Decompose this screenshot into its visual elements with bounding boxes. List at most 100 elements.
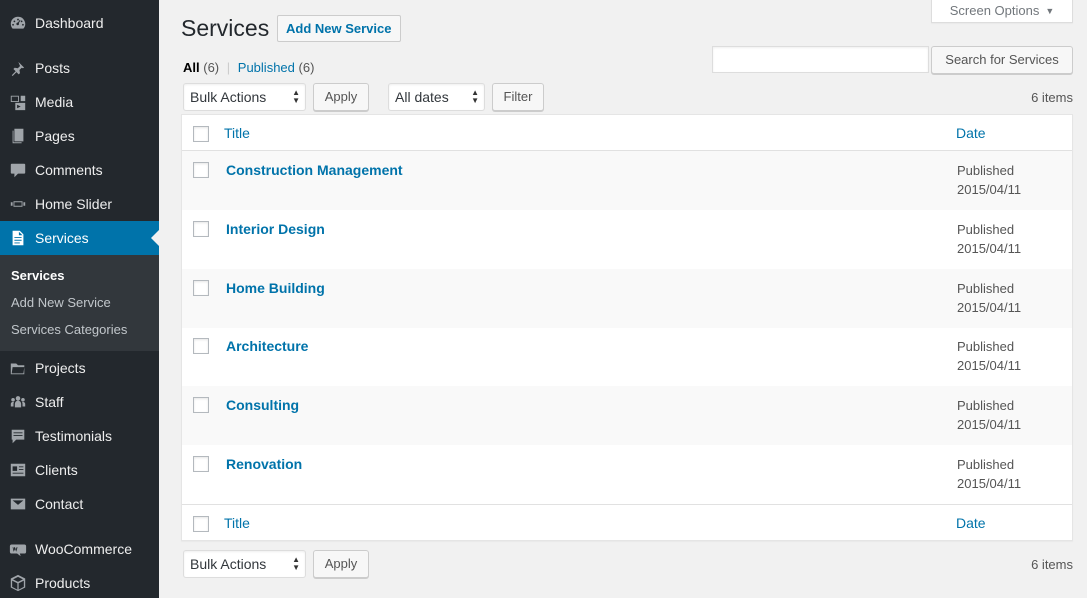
sidebar-item-label: Media (35, 94, 74, 110)
table-row: Construction Management Published 2015/04… (182, 151, 1072, 210)
bulk-actions-select-bottom[interactable]: Bulk Actions ▲ ▼ (183, 550, 306, 578)
row-title-link[interactable]: Renovation (226, 456, 302, 472)
folder-icon (0, 359, 35, 377)
submenu-services[interactable]: Services (0, 262, 159, 289)
screen-options-label: Screen Options (949, 3, 1040, 18)
pin-icon (0, 59, 35, 77)
items-count-bottom: 6 items (1031, 557, 1073, 572)
column-date-header[interactable]: Date (956, 125, 986, 141)
table-header: Title Date (182, 115, 1072, 151)
add-new-service-button[interactable]: Add New Service (277, 15, 401, 42)
slider-icon (0, 195, 35, 213)
woo-icon (0, 540, 35, 558)
row-status: Published (957, 457, 1015, 472)
row-date-cell: Published 2015/04/11 (957, 396, 1021, 434)
filter-separator: | (226, 60, 231, 75)
sidebar-item-label: Testimonials (35, 428, 113, 444)
dashboard-icon (0, 14, 35, 32)
filter-button[interactable]: Filter (492, 83, 544, 111)
sidebar-item-label: WooCommerce (35, 541, 132, 557)
sidebar-item-posts[interactable]: Posts (0, 51, 159, 85)
sidebar-item-label: Services (35, 230, 89, 246)
row-checkbox[interactable] (193, 221, 209, 237)
row-status: Published (957, 398, 1015, 413)
row-checkbox[interactable] (193, 162, 209, 178)
row-status: Published (957, 222, 1015, 237)
sidebar-item-clients[interactable]: Clients (0, 453, 159, 487)
filter-all-count: (6) (203, 60, 220, 75)
admin-sidebar: Dashboard Posts Media Pages Comments Hom… (0, 0, 159, 598)
filter-all-label[interactable]: All (183, 60, 200, 75)
row-checkbox[interactable] (193, 397, 209, 413)
row-date-cell: Published 2015/04/11 (957, 220, 1021, 258)
sidebar-item-woocommerce[interactable]: WooCommerce (0, 532, 159, 566)
table-row: Home Building Published 2015/04/11 (182, 269, 1072, 328)
sidebar-item-staff[interactable]: Staff (0, 385, 159, 419)
sidebar-item-contact[interactable]: Contact (0, 487, 159, 521)
row-status: Published (957, 281, 1015, 296)
select-all-checkbox-footer[interactable] (193, 516, 209, 532)
table-footer: Title Date (182, 504, 1072, 540)
sidebar-item-label: Clients (35, 462, 78, 478)
table-row: Consulting Published 2015/04/11 (182, 386, 1072, 445)
pages-icon (0, 127, 35, 145)
row-checkbox[interactable] (193, 280, 209, 296)
apply-button-bottom[interactable]: Apply (313, 550, 369, 578)
bulk-actions-select-top[interactable]: Bulk Actions ▲ ▼ (183, 83, 306, 111)
dates-value: All dates (395, 89, 449, 105)
sidebar-item-dashboard[interactable]: Dashboard (0, 6, 159, 40)
column-title-footer[interactable]: Title (224, 515, 250, 531)
row-title-link[interactable]: Home Building (226, 280, 325, 296)
caret-down-icon: ▼ (1045, 5, 1055, 16)
document-icon (0, 229, 35, 247)
select-arrows-icon: ▲ ▼ (292, 88, 300, 105)
submenu-services-categories[interactable]: Services Categories (0, 316, 159, 343)
sidebar-item-comments[interactable]: Comments (0, 153, 159, 187)
row-title-link[interactable]: Architecture (226, 338, 308, 354)
search-input[interactable] (712, 46, 929, 73)
column-date-footer[interactable]: Date (956, 515, 986, 531)
sidebar-item-home-slider[interactable]: Home Slider (0, 187, 159, 221)
row-date: 2015/04/11 (957, 358, 1022, 373)
select-arrows-icon: ▲ ▼ (292, 555, 300, 572)
status-filter-links: All (6) | Published (6) (183, 60, 314, 75)
table-row: Architecture Published 2015/04/11 (182, 327, 1072, 386)
sidebar-item-services[interactable]: Services (0, 221, 159, 255)
sidebar-item-label: Dashboard (35, 15, 104, 31)
row-title-link[interactable]: Construction Management (226, 162, 403, 178)
select-all-checkbox[interactable] (193, 126, 209, 142)
row-checkbox[interactable] (193, 338, 209, 354)
row-title-link[interactable]: Consulting (226, 397, 299, 413)
table-row: Interior Design Published 2015/04/11 (182, 210, 1072, 269)
services-submenu: Services Add New Service Services Catego… (0, 255, 159, 351)
submenu-add-new-service[interactable]: Add New Service (0, 289, 159, 316)
row-date-cell: Published 2015/04/11 (957, 337, 1021, 375)
sidebar-item-projects[interactable]: Projects (0, 351, 159, 385)
sidebar-item-products[interactable]: Products (0, 566, 159, 598)
column-title-header[interactable]: Title (224, 125, 250, 141)
row-date: 2015/04/11 (957, 476, 1022, 491)
sidebar-item-label: Posts (35, 60, 71, 76)
sidebar-item-testimonials[interactable]: Testimonials (0, 419, 159, 453)
screen-options-button[interactable]: Screen Options ▼ (931, 0, 1073, 23)
apply-button-top[interactable]: Apply (313, 83, 369, 111)
services-table: Title Date Construction Management Publi… (181, 114, 1073, 541)
comment-icon (0, 161, 35, 179)
search-services-button[interactable]: Search for Services (931, 46, 1073, 74)
filter-published-link[interactable]: Published (238, 60, 295, 75)
sidebar-item-label: Home Slider (35, 196, 113, 212)
sidebar-item-label: Contact (35, 496, 84, 512)
filter-published-count: (6) (298, 60, 315, 75)
dates-select[interactable]: All dates ▲ ▼ (388, 83, 485, 111)
sidebar-item-label: Products (35, 575, 91, 591)
row-date: 2015/04/11 (957, 241, 1022, 256)
row-date-cell: Published 2015/04/11 (957, 279, 1021, 317)
sidebar-item-media[interactable]: Media (0, 85, 159, 119)
product-box-icon (0, 574, 35, 592)
groups-icon (0, 393, 35, 411)
table-row: Renovation Published 2015/04/11 (182, 445, 1072, 504)
sidebar-item-pages[interactable]: Pages (0, 119, 159, 153)
sidebar-item-label: Comments (35, 162, 103, 178)
row-title-link[interactable]: Interior Design (226, 221, 325, 237)
row-checkbox[interactable] (193, 456, 209, 472)
